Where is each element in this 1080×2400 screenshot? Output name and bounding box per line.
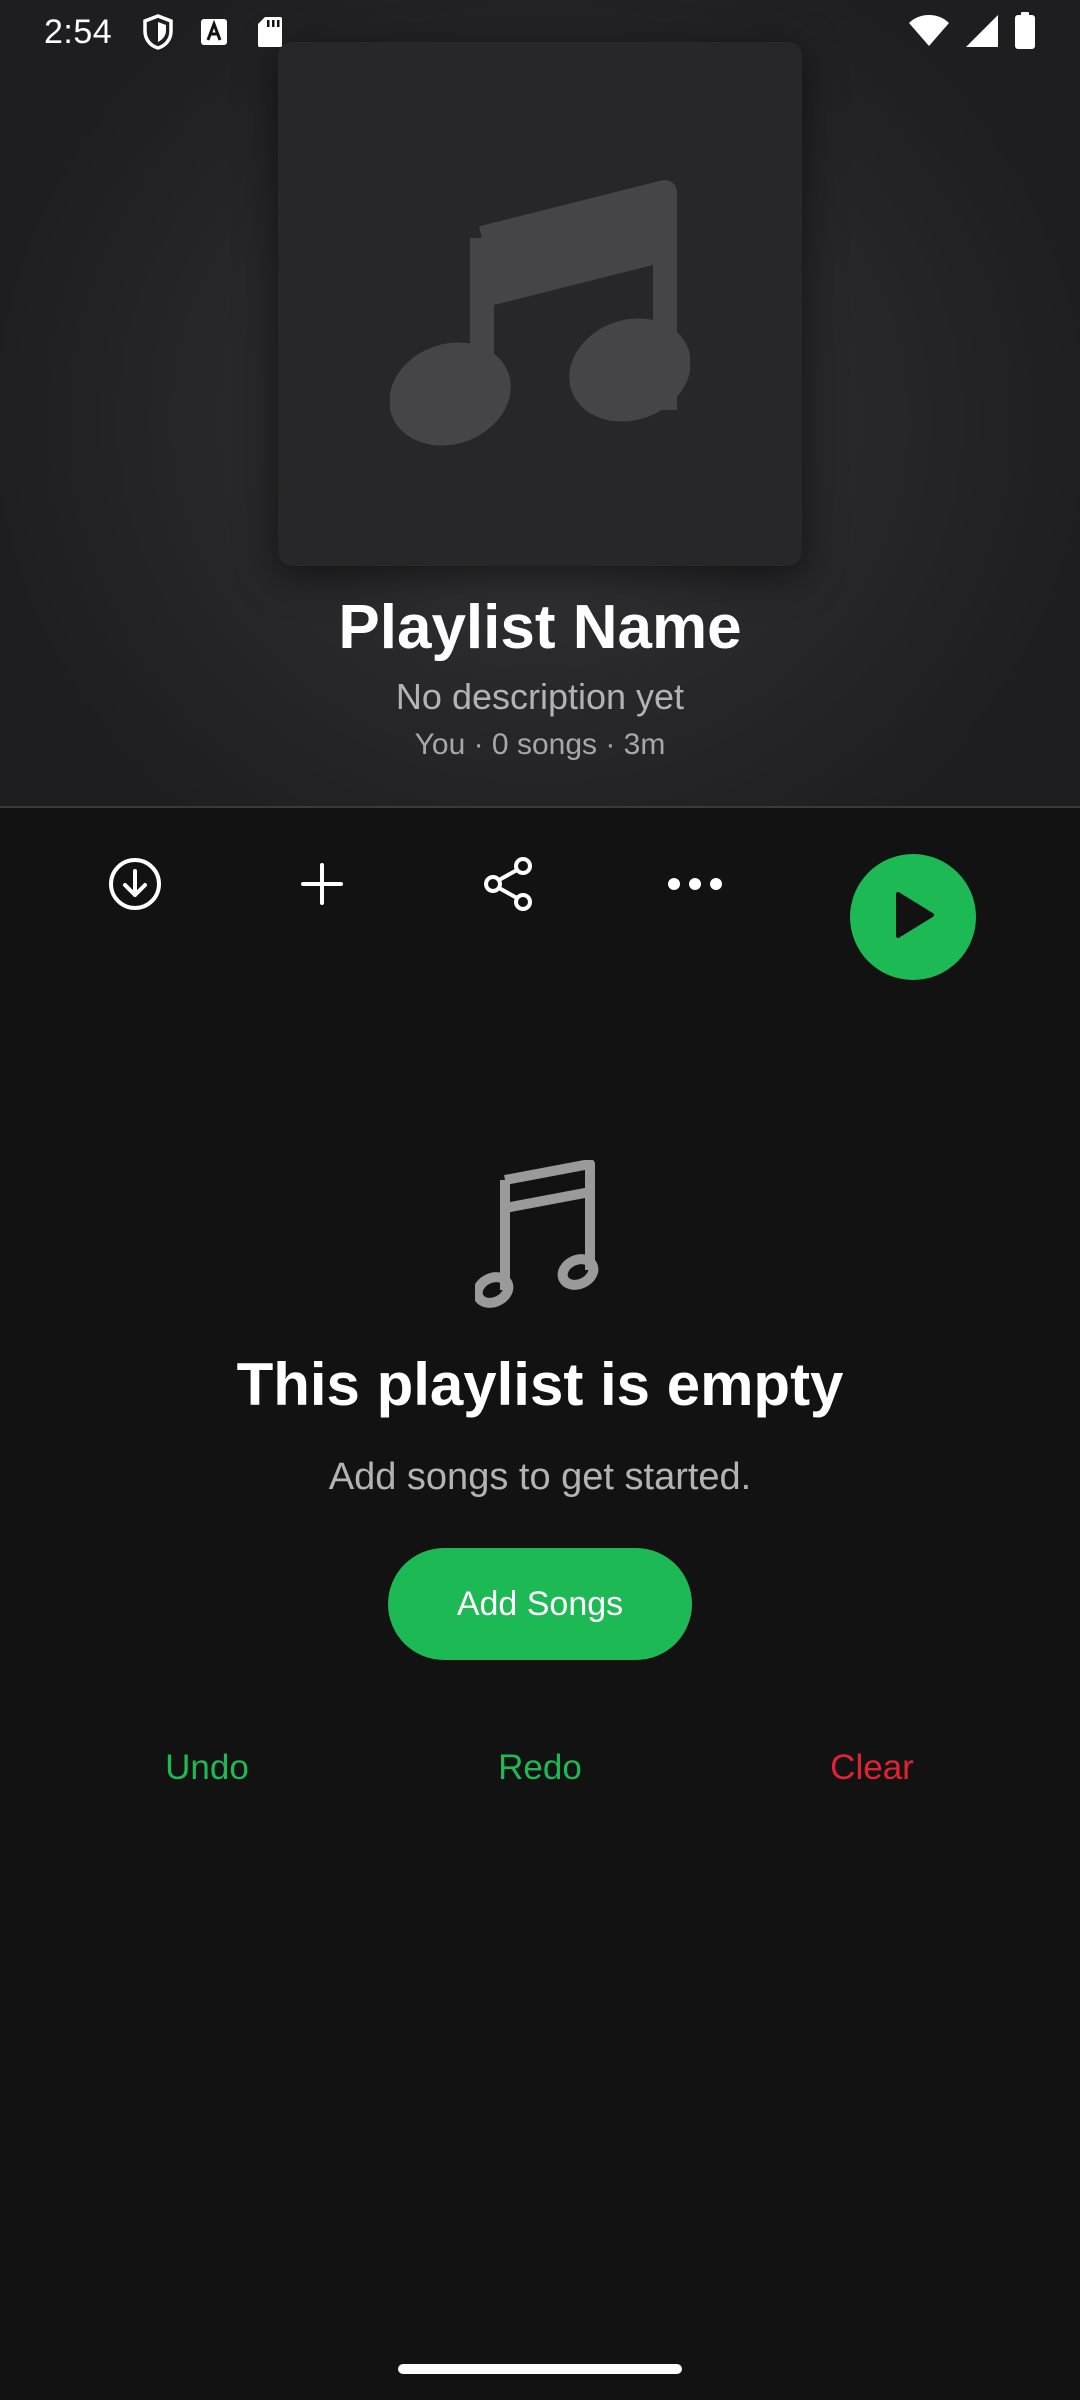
playlist-title[interactable]: Playlist Name [0, 592, 1080, 663]
wifi-icon [908, 14, 950, 57]
playlist-screen: 2:54 Playlist Name No description yet Yo… [0, 0, 1080, 2400]
playlist-artwork [278, 42, 802, 566]
playlist-meta: You · 0 songs · 3m [414, 728, 666, 761]
add-button[interactable] [286, 850, 358, 922]
shield-icon [138, 12, 178, 52]
redo-button[interactable]: Redo [440, 1748, 640, 1788]
signal-icon [964, 13, 1000, 58]
battery-icon [1014, 12, 1036, 59]
download-button[interactable] [99, 850, 171, 922]
status-bar: 2:54 [0, 0, 1080, 64]
undo-button[interactable]: Undo [107, 1748, 307, 1788]
home-indicator[interactable] [398, 2364, 682, 2374]
plus-icon [299, 861, 345, 912]
more-options-button[interactable] [659, 850, 731, 922]
add-songs-button[interactable]: Add Songs [388, 1548, 692, 1660]
font-a-icon [194, 12, 234, 52]
status-time: 2:54 [44, 12, 113, 51]
empty-state-subtitle: Add songs to get started. [328, 1456, 752, 1498]
play-button[interactable] [850, 854, 976, 980]
more-icon [667, 877, 723, 896]
status-right-icons [908, 12, 1036, 59]
playlist-description[interactable]: No description yet [0, 676, 1080, 718]
empty-state-music-note-icon [470, 1160, 610, 1310]
sd-card-icon [250, 12, 290, 52]
download-icon [108, 857, 162, 916]
share-button[interactable] [472, 850, 544, 922]
share-icon [481, 856, 535, 917]
music-note-icon [389, 142, 691, 467]
clear-button[interactable]: Clear [772, 1748, 972, 1788]
empty-state-title: This playlist is empty [236, 1351, 844, 1418]
play-icon [890, 890, 936, 945]
